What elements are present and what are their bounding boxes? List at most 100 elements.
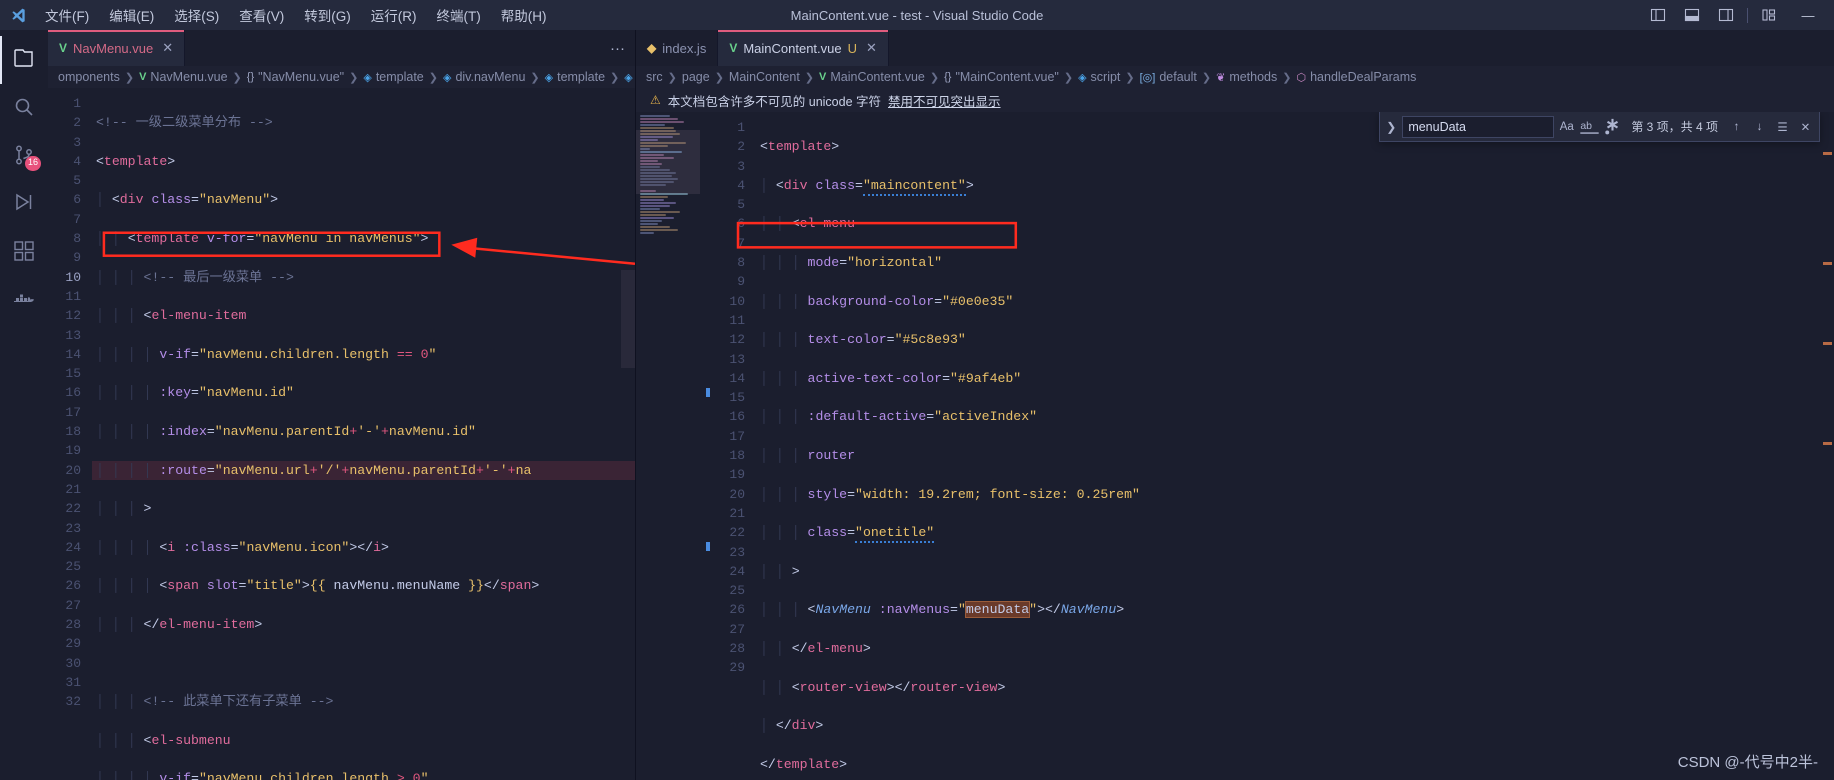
whole-word-icon[interactable]: ab (1579, 116, 1600, 137)
chevron-right-icon: ❯ (1201, 71, 1212, 84)
breadcrumb-item[interactable]: ◈ div.navMenu (441, 70, 527, 84)
editor-right[interactable]: 1 2 3 4 5 6 7 8 9 10 11 12 13 14 15 16 17 18 19 20 21 22 23 2… (636, 112, 1834, 780)
line-numbers-left: 123456789 10 11 12 13 14 15 16 17 18 19 20 21 22 23… (65, 96, 81, 710)
code-line: │ │ │ </el-menu-item> (96, 617, 263, 633)
code-line: <template> (96, 153, 176, 169)
breadcrumb-item[interactable]: ◈ template (361, 70, 425, 84)
breadcrumb-item[interactable]: {} "MainContent.vue" (942, 70, 1061, 84)
find-next-icon[interactable]: ↓ (1749, 116, 1770, 137)
find-widget[interactable]: ❯ menuData Aa ab 第 3 项，共 4 项 ↑ ↓ ☰ ✕ (1379, 112, 1820, 142)
tab-label: index.js (662, 40, 707, 56)
breadcrumb-item[interactable]: ❦ methods (1214, 70, 1279, 84)
editor-group-left: V NavMenu.vue ✕ ··· omponents ❯ V NavMenu… (48, 30, 636, 780)
editor-right-scrollbar[interactable] (1820, 112, 1834, 780)
tab-bar-right: ◆ index.js V MainContent.vue U ✕ (636, 30, 1834, 66)
code-line: │ │ │ │ <i :class="navMenu.icon"></i> (96, 539, 389, 555)
breadcrumb-item[interactable]: MainContent (727, 70, 802, 84)
line-numbers-right: 1 2 3 4 5 6 7 8 9 10 11 12 13 14 15 16 17 18 19 20 21 22 23 2… (729, 120, 745, 676)
regex-icon[interactable] (1602, 116, 1623, 137)
breadcrumb-item[interactable]: ◈ script (1076, 70, 1122, 84)
breadcrumb-item[interactable]: V NavMenu.vue (137, 70, 229, 84)
editor-group-right: ◆ index.js V MainContent.vue U ✕ src ❯ p… (636, 30, 1834, 780)
code-line: │ <div class="navMenu"> (96, 192, 279, 208)
menu-go[interactable]: 转到(G) (295, 2, 360, 28)
breadcrumb-item[interactable]: ◈ template (543, 70, 607, 84)
tab-more-actions[interactable]: ··· (600, 30, 635, 66)
toggle-replace-icon[interactable]: ❯ (1382, 120, 1400, 134)
menu-run[interactable]: 运行(R) (362, 2, 426, 28)
match-case-icon[interactable]: Aa (1556, 116, 1577, 137)
symbol-tag-icon: ◈ (624, 71, 633, 84)
breadcrumb-label: handleDealParams (1310, 70, 1417, 84)
code-line: │ │ <router-view></router-view> (760, 679, 1006, 695)
breadcrumb-item[interactable]: [◎] default (1138, 70, 1199, 84)
code-line: │ </div> (760, 718, 824, 734)
menu-edit[interactable]: 编辑(E) (100, 2, 163, 28)
chevron-right-icon: ❯ (530, 71, 540, 84)
close-icon[interactable]: ✕ (866, 40, 877, 56)
breadcrumb-item[interactable]: page (680, 70, 712, 84)
code-line: <!-- 一级二级菜单分布 --> (96, 115, 273, 131)
toggle-primary-sidebar-icon[interactable] (1641, 0, 1675, 30)
find-select-all-icon[interactable]: ☰ (1772, 116, 1793, 137)
activitybar-item-explorer[interactable] (0, 36, 48, 84)
activitybar-item-docker[interactable] (0, 276, 48, 324)
menu-view[interactable]: 查看(V) (230, 2, 293, 28)
code-content-right[interactable]: <template> │ <div class="maincontent"> │… (756, 112, 1834, 780)
breadcrumb-item[interactable]: omponents (56, 70, 122, 84)
tab-navmenu-vue[interactable]: V NavMenu.vue ✕ (48, 30, 186, 66)
editor-left-scrollbar[interactable] (621, 88, 635, 780)
chevron-right-icon: ❯ (610, 71, 620, 84)
editor-left[interactable]: 123456789 10 11 12 13 14 15 16 17 18 19 20 21 22 23… (48, 88, 635, 780)
breadcrumb-label: MainContent.vue (830, 70, 925, 84)
breadcrumb-item[interactable]: ◈el-menu-item (622, 70, 635, 84)
activitybar-item-search[interactable] (0, 84, 48, 132)
code-line: │ │ │ <NavMenu :navMenus="menuData"></Na… (760, 601, 1125, 619)
warning-triangle-icon: ⚠ (650, 93, 661, 107)
customize-layout-icon[interactable] (1752, 0, 1786, 30)
docker-icon (12, 287, 36, 314)
menu-selection[interactable]: 选择(S) (165, 2, 228, 28)
breadcrumb-label: "NavMenu.vue" (258, 70, 345, 84)
tab-maincontent-vue[interactable]: V MainContent.vue U ✕ (718, 30, 889, 66)
menu-bar[interactable]: 文件(F) 编辑(E) 选择(S) 查看(V) 转到(G) 运行(R) 终端(T… (36, 2, 556, 28)
scrollbar-thumb[interactable] (621, 270, 635, 368)
chevron-right-icon: ❯ (428, 71, 438, 84)
code-line: │ │ </el-menu> (760, 641, 871, 657)
find-previous-icon[interactable]: ↑ (1726, 116, 1747, 137)
breadcrumb-label: MainContent (728, 70, 800, 84)
breadcrumb-item[interactable]: src (644, 70, 665, 84)
chevron-right-icon: ❯ (1282, 71, 1292, 84)
breadcrumb-item[interactable]: {} "NavMenu.vue" (245, 70, 346, 84)
title-bar: 文件(F) 编辑(E) 选择(S) 查看(V) 转到(G) 运行(R) 终端(T… (0, 0, 1834, 30)
activitybar-item-source-control[interactable]: 16 (0, 132, 48, 180)
minimap-right[interactable] (636, 112, 700, 780)
code-line: │ │ │ <!-- 最后一级菜单 --> (96, 269, 294, 285)
breadcrumb-item[interactable]: V MainContent.vue (817, 70, 927, 84)
breadcrumb-label: div.navMenu (455, 70, 526, 84)
close-find-icon[interactable]: ✕ (1795, 116, 1816, 137)
close-icon[interactable]: ✕ (162, 40, 173, 56)
chevron-right-icon: ❯ (714, 71, 724, 84)
code-content-left[interactable]: <!-- 一级二级菜单分布 --> <template> │ <div clas… (92, 88, 635, 780)
toggle-secondary-sidebar-icon[interactable] (1709, 0, 1743, 30)
activitybar-item-run-and-debug[interactable] (0, 180, 48, 228)
menu-file[interactable]: 文件(F) (36, 2, 98, 28)
tab-index-js[interactable]: ◆ index.js (636, 30, 719, 66)
minimize-button[interactable]: — (1786, 0, 1830, 30)
toggle-panel-icon[interactable] (1675, 0, 1709, 30)
editor-group-container: V NavMenu.vue ✕ ··· omponents ❯ V NavMenu… (48, 30, 1834, 780)
chevron-right-icon: ❯ (929, 71, 940, 84)
code-line: │ │ <el-menu (760, 216, 856, 232)
breadcrumb-item[interactable]: ⬡ handleDealParams (1294, 70, 1418, 84)
vscode-logo-icon (0, 7, 36, 24)
vue-file-icon: V (819, 71, 827, 83)
disable-highlight-link[interactable]: 禁用不可见突出显示 (888, 91, 1001, 110)
find-input[interactable]: menuData (1402, 115, 1555, 138)
run-and-debug-icon (12, 191, 36, 218)
menu-help[interactable]: 帮助(H) (492, 2, 556, 28)
activitybar-item-extensions[interactable] (0, 228, 48, 276)
breadcrumb-label: methods (1229, 70, 1278, 84)
menu-terminal[interactable]: 终端(T) (428, 2, 490, 28)
unicode-warning-bar: ⚠ 本文档包含许多不可见的 unicode 字符 禁用不可见突出显示 (636, 88, 1834, 112)
